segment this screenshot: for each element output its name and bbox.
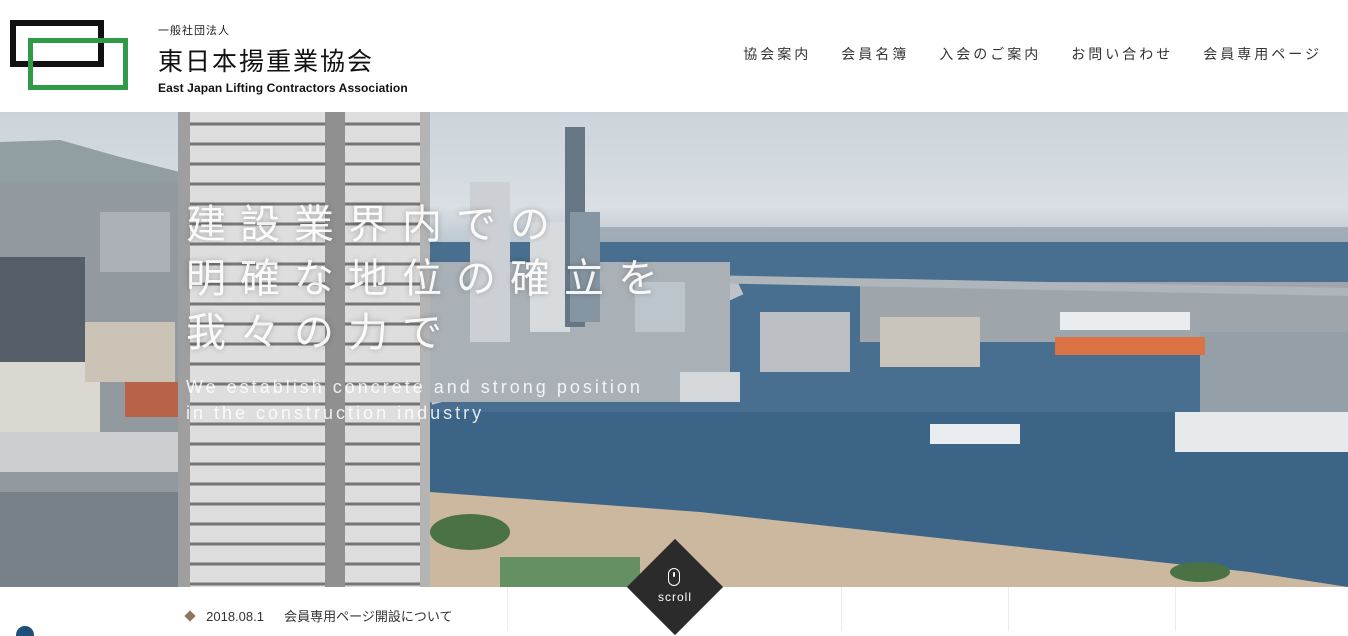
nav-contact[interactable]: お問い合わせ — [1071, 44, 1173, 64]
main-nav: 協会案内 会員名簿 入会のご案内 お問い合わせ 会員専用ページ — [713, 44, 1322, 64]
logo-green-square — [28, 38, 128, 90]
nav-join[interactable]: 入会のご案内 — [939, 44, 1041, 64]
logo-text[interactable]: 一般社団法人 東日本揚重業協会 East Japan Lifting Contr… — [158, 22, 408, 95]
diamond-bullet-icon — [184, 610, 196, 622]
hero-section: 建設業界内での 明確な地位の確立を 我々の力で We establish con… — [0, 112, 1348, 587]
nav-member-page[interactable]: 会員専用ページ — [1203, 44, 1322, 64]
news-divider — [1008, 587, 1009, 631]
mouse-icon — [668, 568, 680, 586]
news-title: 会員専用ページ開設について — [284, 610, 453, 625]
hero-english-line-2: in the construction industry — [186, 403, 485, 423]
news-divider — [507, 587, 508, 631]
nav-about[interactable]: 協会案内 — [743, 44, 811, 64]
org-name-en: East Japan Lifting Contractors Associati… — [158, 81, 408, 95]
news-divider — [1175, 587, 1176, 631]
hero-headline-line-2: 明確な地位の確立を — [186, 256, 672, 302]
scroll-label: scroll — [657, 590, 692, 604]
news-item[interactable]: 2018.08.1 会員専用ページ開設について — [184, 606, 453, 625]
scroll-diamond — [626, 538, 724, 636]
news-divider — [841, 587, 842, 631]
hero-copy: 建設業界内での 明確な地位の確立を 我々の力で We establish con… — [186, 198, 672, 426]
hero-headline-line-1: 建設業界内での — [186, 202, 564, 248]
site-header: 一般社団法人 東日本揚重業協会 East Japan Lifting Contr… — [0, 0, 1348, 112]
news-date: 2018.08.1 — [206, 609, 264, 624]
org-name: 東日本揚重業協会 — [158, 47, 375, 76]
hero-headline-line-3: 我々の力で — [186, 310, 456, 356]
nav-members[interactable]: 会員名簿 — [841, 44, 909, 64]
scroll-button[interactable]: scroll — [626, 538, 724, 636]
hero-english-line-1: We establish concrete and strong positio… — [186, 377, 643, 397]
logo-mark[interactable] — [10, 20, 130, 92]
org-type: 一般社団法人 — [158, 24, 230, 37]
